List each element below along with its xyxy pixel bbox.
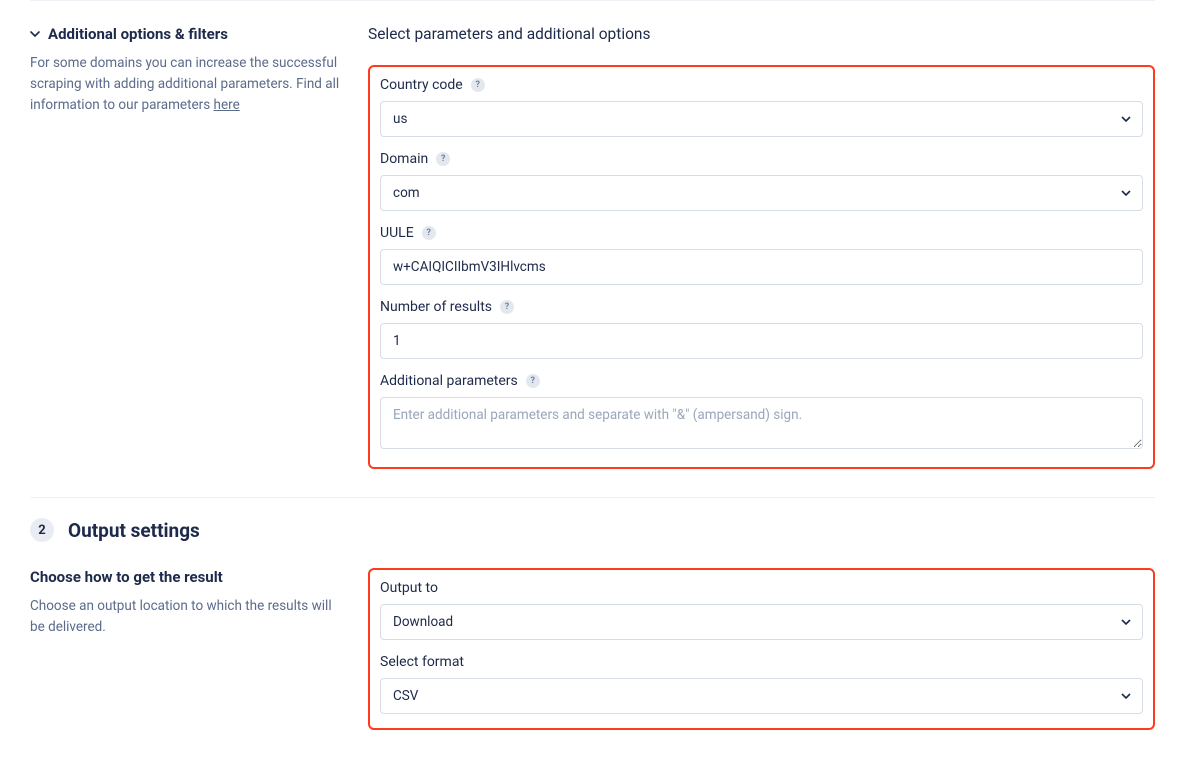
help-icon[interactable]: ?: [422, 226, 436, 240]
output-highlight-box: Output to Download Select format: [368, 568, 1155, 730]
section-additional-options: Additional options & filters For some do…: [30, 0, 1155, 497]
parameters-highlight-box: Country code ? us Domain: [368, 65, 1155, 469]
section-output-settings: Choose how to get the result Choose an o…: [30, 568, 1155, 758]
domain-label: Domain: [380, 151, 428, 167]
chevron-down-icon: [30, 29, 40, 39]
uule-label: UULE: [380, 225, 414, 241]
output-to-label: Output to: [380, 580, 438, 596]
help-icon[interactable]: ?: [526, 374, 540, 388]
additional-options-title: Additional options & filters: [48, 25, 228, 43]
num-results-label: Number of results: [380, 299, 492, 315]
desc-text: For some domains you can increase the su…: [30, 55, 339, 113]
field-uule: UULE ?: [380, 225, 1143, 285]
parameters-panel-title: Select parameters and additional options: [368, 25, 1155, 43]
country-code-label: Country code: [380, 77, 463, 93]
select-format-select[interactable]: CSV: [380, 678, 1143, 714]
help-icon[interactable]: ?: [471, 78, 485, 92]
additional-params-textarea[interactable]: [380, 397, 1143, 449]
output-subhead: Choose how to get the result: [30, 568, 340, 586]
additional-params-label: Additional parameters: [380, 373, 518, 389]
field-select-format: Select format CSV: [380, 654, 1143, 714]
help-icon[interactable]: ?: [436, 152, 450, 166]
step-badge: 2: [30, 518, 54, 542]
field-domain: Domain ? com: [380, 151, 1143, 211]
step-2-header: 2 Output settings: [30, 497, 1155, 568]
num-results-input[interactable]: [380, 323, 1143, 359]
select-format-label: Select format: [380, 654, 464, 670]
domain-select[interactable]: com: [380, 175, 1143, 211]
country-code-select[interactable]: us: [380, 101, 1143, 137]
step-title-output-settings: Output settings: [68, 519, 200, 542]
additional-options-toggle[interactable]: Additional options & filters: [30, 25, 340, 43]
output-to-select[interactable]: Download: [380, 604, 1143, 640]
additional-options-desc: For some domains you can increase the su…: [30, 53, 340, 116]
field-country-code: Country code ? us: [380, 77, 1143, 137]
field-num-results: Number of results ?: [380, 299, 1143, 359]
uule-input[interactable]: [380, 249, 1143, 285]
field-output-to: Output to Download: [380, 580, 1143, 640]
output-desc: Choose an output location to which the r…: [30, 596, 340, 638]
field-additional-params: Additional parameters ?: [380, 373, 1143, 453]
parameters-here-link[interactable]: here: [214, 97, 240, 113]
help-icon[interactable]: ?: [500, 300, 514, 314]
